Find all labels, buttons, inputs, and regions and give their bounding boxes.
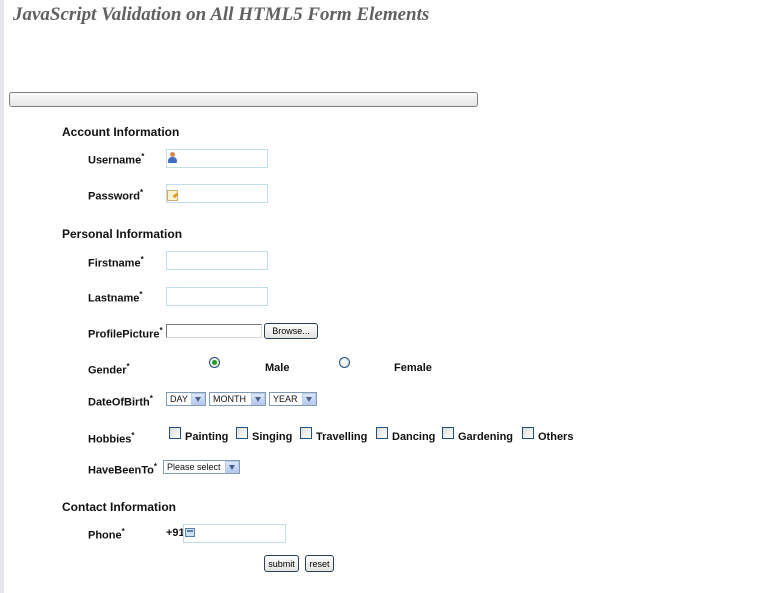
username-label: Username* — [88, 152, 144, 167]
phone-icon — [185, 528, 195, 537]
required-marker: * — [139, 188, 144, 197]
chevron-down-icon — [225, 461, 239, 473]
key-icon — [167, 189, 179, 201]
phone-country-code: +91 — [166, 527, 185, 539]
reset-button[interactable]: reset — [305, 555, 334, 572]
profile-picture-file-path[interactable] — [166, 324, 262, 338]
have-been-to-label-text: HaveBeenTo — [88, 464, 154, 477]
required-marker: * — [159, 326, 163, 335]
firstname-label-text: Firstname — [88, 257, 141, 270]
hobby-painting-label: Painting — [185, 431, 229, 443]
firstname-field[interactable] — [166, 251, 268, 270]
gender-female-radio[interactable] — [339, 357, 350, 368]
browse-button[interactable]: Browse... — [264, 323, 318, 339]
required-marker: * — [126, 362, 130, 371]
hobby-singing-checkbox[interactable] — [236, 427, 248, 439]
dob-month-select[interactable]: MONTH — [209, 392, 266, 406]
hobby-dancing-checkbox[interactable] — [376, 427, 388, 439]
required-marker: * — [149, 394, 153, 403]
password-field[interactable] — [166, 184, 268, 203]
hobby-painting-checkbox[interactable] — [169, 427, 181, 439]
date-of-birth-label-text: DateOfBirth — [88, 396, 150, 409]
contact-section-heading: Contact Information — [62, 500, 176, 514]
required-marker: * — [131, 431, 135, 440]
dob-day-value: DAY — [170, 394, 188, 404]
date-of-birth-label: DateOfBirth* — [88, 394, 153, 409]
have-been-to-select[interactable]: Please select — [163, 460, 240, 474]
have-been-to-value: Please select — [167, 462, 221, 472]
submit-button[interactable]: submit — [264, 555, 299, 572]
gender-female-label: Female — [394, 362, 432, 374]
lastname-label: Lastname* — [88, 290, 142, 305]
password-label-text: Password — [88, 190, 140, 203]
hobby-others-checkbox[interactable] — [522, 427, 534, 439]
user-icon — [167, 152, 178, 163]
personal-section-heading: Personal Information — [62, 227, 183, 241]
gender-label: Gender* — [88, 362, 130, 377]
dob-month-value: MONTH — [213, 394, 246, 404]
required-marker: * — [139, 290, 143, 299]
hobby-travelling-label: Travelling — [316, 431, 368, 443]
phone-label: Phone* — [88, 527, 125, 542]
hobby-gardening-checkbox[interactable] — [442, 427, 454, 439]
username-field[interactable] — [166, 149, 268, 168]
hobby-gardening-label: Gardening — [458, 431, 514, 443]
phone-field[interactable] — [183, 524, 286, 543]
chevron-down-icon — [191, 393, 205, 405]
required-marker: * — [140, 255, 144, 264]
chevron-down-icon — [251, 393, 265, 405]
window-left-edge — [0, 0, 4, 593]
required-marker: * — [121, 527, 125, 536]
radio-selected-dot — [212, 360, 217, 365]
profile-picture-label-text: ProfilePicture — [88, 328, 160, 341]
required-marker: * — [141, 152, 145, 161]
dob-year-select[interactable]: YEAR — [269, 392, 317, 406]
gender-male-radio[interactable] — [209, 357, 220, 368]
have-been-to-label: HaveBeenTo* — [88, 462, 157, 477]
account-section-heading: Account Information — [62, 125, 180, 139]
lastname-label-text: Lastname — [88, 292, 140, 305]
firstname-label: Firstname* — [88, 255, 144, 270]
progress-bar — [9, 92, 478, 107]
dob-day-select[interactable]: DAY — [166, 392, 206, 406]
lastname-field[interactable] — [166, 287, 268, 306]
hobby-others-label: Others — [538, 431, 574, 443]
hobby-travelling-checkbox[interactable] — [300, 427, 312, 439]
chevron-down-icon — [302, 393, 316, 405]
password-label: Password* — [88, 188, 143, 203]
dob-year-value: YEAR — [273, 394, 298, 404]
hobbies-label: Hobbies* — [88, 431, 135, 446]
hobby-singing-label: Singing — [252, 431, 293, 443]
page-title: JavaScript Validation on All HTML5 Form … — [13, 4, 430, 25]
hobby-dancing-label: Dancing — [392, 431, 436, 443]
hobbies-label-text: Hobbies — [88, 433, 132, 446]
phone-label-text: Phone — [88, 529, 122, 542]
gender-label-text: Gender — [88, 364, 127, 377]
username-label-text: Username — [88, 154, 142, 167]
gender-male-label: Male — [265, 362, 290, 374]
profile-picture-label: ProfilePicture* — [88, 326, 163, 341]
required-marker: * — [153, 462, 157, 471]
